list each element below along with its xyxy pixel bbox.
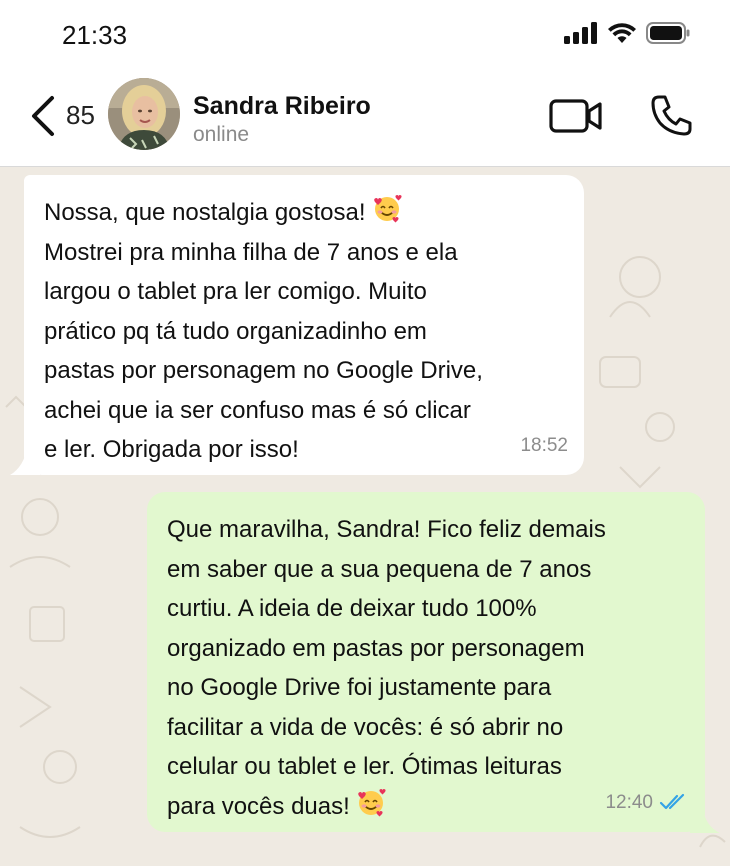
avatar-photo-icon bbox=[108, 78, 180, 150]
chat-area[interactable]: Nossa, que nostalgia gostosa! Mostrei pr… bbox=[0, 167, 730, 866]
signal-icon bbox=[564, 22, 597, 44]
unread-count[interactable]: 85 bbox=[66, 100, 95, 131]
message-line: pastas por personagem no Google Drive, bbox=[44, 357, 483, 384]
contact-status: online bbox=[193, 123, 250, 146]
message-line: organizado em pastas por personagem bbox=[167, 634, 585, 662]
message-text: Que maravilha, Sandra! Fico feliz demais… bbox=[167, 510, 685, 826]
smiling-face-with-hearts-icon bbox=[374, 195, 402, 223]
message-line: prático pq tá tudo organizadinho em bbox=[44, 317, 427, 345]
status-time: 21:33 bbox=[62, 20, 128, 50]
message-line: achei que ia ser confuso mas é só clicar bbox=[44, 396, 471, 424]
message-line: celular ou tablet e ler. Ótimas leituras bbox=[167, 753, 562, 780]
contact-name[interactable]: Sandra Ribeiro bbox=[193, 92, 371, 121]
message-time: 18:52 bbox=[520, 434, 568, 456]
smiling-face-with-hearts-icon bbox=[358, 788, 387, 816]
chat-header: 85 Sandra Ribeiro online bbox=[0, 70, 730, 167]
incoming-message[interactable]: Nossa, que nostalgia gostosa! Mostrei pr… bbox=[24, 175, 584, 475]
message-meta: 18:52 bbox=[520, 426, 568, 466]
message-line: em saber que a sua pequena de 7 anos bbox=[167, 555, 592, 583]
message-line: largou o tablet pra ler comigo. Muito bbox=[44, 278, 427, 305]
double-check-icon bbox=[659, 794, 685, 810]
status-bar: 21:33 bbox=[0, 0, 730, 70]
message-line: curtiu. A ideia de deixar tudo 100% bbox=[167, 595, 537, 622]
phone-call-icon[interactable] bbox=[650, 94, 692, 136]
message-line: e ler. Obrigada por isso! bbox=[44, 436, 299, 463]
message-line: Mostrei pra minha filha de 7 anos e ela bbox=[44, 238, 458, 266]
wifi-icon bbox=[608, 23, 636, 43]
video-call-icon[interactable] bbox=[549, 98, 603, 134]
message-line: Nossa, que nostalgia gostosa! bbox=[44, 199, 373, 226]
back-chevron-icon[interactable] bbox=[28, 94, 58, 138]
message-line: para vocês duas! bbox=[167, 792, 357, 820]
message-text: Nossa, que nostalgia gostosa! Mostrei pr… bbox=[44, 193, 564, 470]
message-line: Que maravilha, Sandra! Fico feliz demais bbox=[167, 516, 606, 543]
message-line: facilitar a vida de vocês: é só abrir no bbox=[167, 713, 564, 741]
avatar[interactable] bbox=[108, 78, 180, 150]
battery-icon bbox=[646, 22, 690, 44]
message-meta: 12:40 bbox=[605, 783, 689, 823]
message-line: no Google Drive foi justamente para bbox=[167, 674, 552, 701]
status-icons bbox=[564, 22, 690, 44]
message-time: 12:40 bbox=[605, 791, 653, 813]
outgoing-message[interactable]: Que maravilha, Sandra! Fico feliz demais… bbox=[147, 492, 705, 832]
